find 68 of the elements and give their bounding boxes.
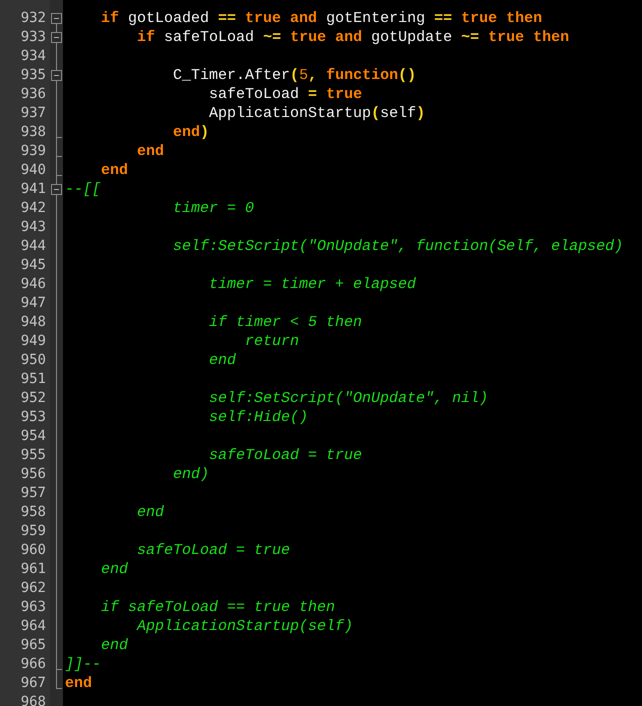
code-line: if gotLoaded == true and gotEntering == true then <box>100 10 542 27</box>
code-line: end) <box>172 466 210 483</box>
line-number: 935 <box>20 66 47 85</box>
code-line: timer = timer + elapsed <box>208 276 416 293</box>
collapse-icon[interactable] <box>51 70 62 81</box>
line-number: 942 <box>20 199 47 218</box>
line-number: 934 <box>20 47 47 66</box>
line-number: 966 <box>20 655 47 674</box>
line-number: 946 <box>20 275 47 294</box>
line-number: 939 <box>20 142 47 161</box>
line-number: 956 <box>20 465 47 484</box>
line-number: 963 <box>20 598 47 617</box>
line-number: 940 <box>20 161 47 180</box>
line-number: 948 <box>20 313 47 332</box>
line-number: 952 <box>20 389 47 408</box>
line-number: 941 <box>20 180 47 199</box>
collapse-icon[interactable] <box>51 184 62 195</box>
line-number: 949 <box>20 332 47 351</box>
code-line: end <box>65 675 92 692</box>
code-line: ApplicationStartup(self) <box>208 105 426 122</box>
line-number: 967 <box>20 674 47 693</box>
line-number: 957 <box>20 484 47 503</box>
line-number: 960 <box>20 541 47 560</box>
code-line: self:Hide() <box>208 409 308 426</box>
collapse-icon[interactable] <box>51 32 62 43</box>
code-line: safeToLoad = true <box>136 542 290 559</box>
line-number: 945 <box>20 256 47 275</box>
code-line: if safeToLoad == true then <box>100 599 336 616</box>
code-line: C_Timer.After(5, function() <box>172 67 416 84</box>
line-number: 965 <box>20 636 47 655</box>
line-number: 943 <box>20 218 47 237</box>
code-line: end <box>136 504 164 521</box>
code-line: end) <box>172 124 210 141</box>
line-number: 950 <box>20 351 47 370</box>
line-number: 933 <box>20 28 47 47</box>
code-line: end <box>100 561 128 578</box>
line-number: 936 <box>20 85 47 104</box>
code-line: if safeToLoad ~= true and gotUpdate ~= true then <box>136 29 570 46</box>
line-number: 944 <box>20 237 47 256</box>
code-line: end <box>136 143 164 160</box>
code-line: timer = 0 <box>172 200 254 217</box>
code-line: safeToLoad = true <box>208 447 362 464</box>
line-number: 953 <box>20 408 47 427</box>
code-line: --[[ <box>65 181 102 198</box>
line-number: 932 <box>20 9 47 28</box>
line-number: 947 <box>20 294 47 313</box>
line-number: 951 <box>20 370 47 389</box>
line-number: 937 <box>20 104 47 123</box>
line-number: 968 <box>20 693 47 706</box>
code-line: ]]-- <box>65 656 102 673</box>
line-number: 958 <box>20 503 47 522</box>
line-number: 954 <box>20 427 47 446</box>
line-number: 938 <box>20 123 47 142</box>
code-line: end <box>208 352 236 369</box>
line-number: 961 <box>20 560 47 579</box>
line-number: 964 <box>20 617 47 636</box>
code-line: self:SetScript("OnUpdate", nil) <box>208 390 488 407</box>
code-line: return <box>244 333 300 350</box>
collapse-icon[interactable] <box>51 13 62 24</box>
code-line: end <box>100 637 128 654</box>
line-number: 959 <box>20 522 47 541</box>
code-line: if timer < 5 then <box>208 314 362 331</box>
code-line: ApplicationStartup(self) <box>135 618 354 635</box>
code-line: self:SetScript("OnUpdate", function(Self, elapsed) <box>172 238 624 255</box>
line-number: 955 <box>20 446 47 465</box>
code-line: end <box>100 162 128 179</box>
code-line: safeToLoad = true <box>208 86 362 103</box>
line-number: 962 <box>20 579 47 598</box>
